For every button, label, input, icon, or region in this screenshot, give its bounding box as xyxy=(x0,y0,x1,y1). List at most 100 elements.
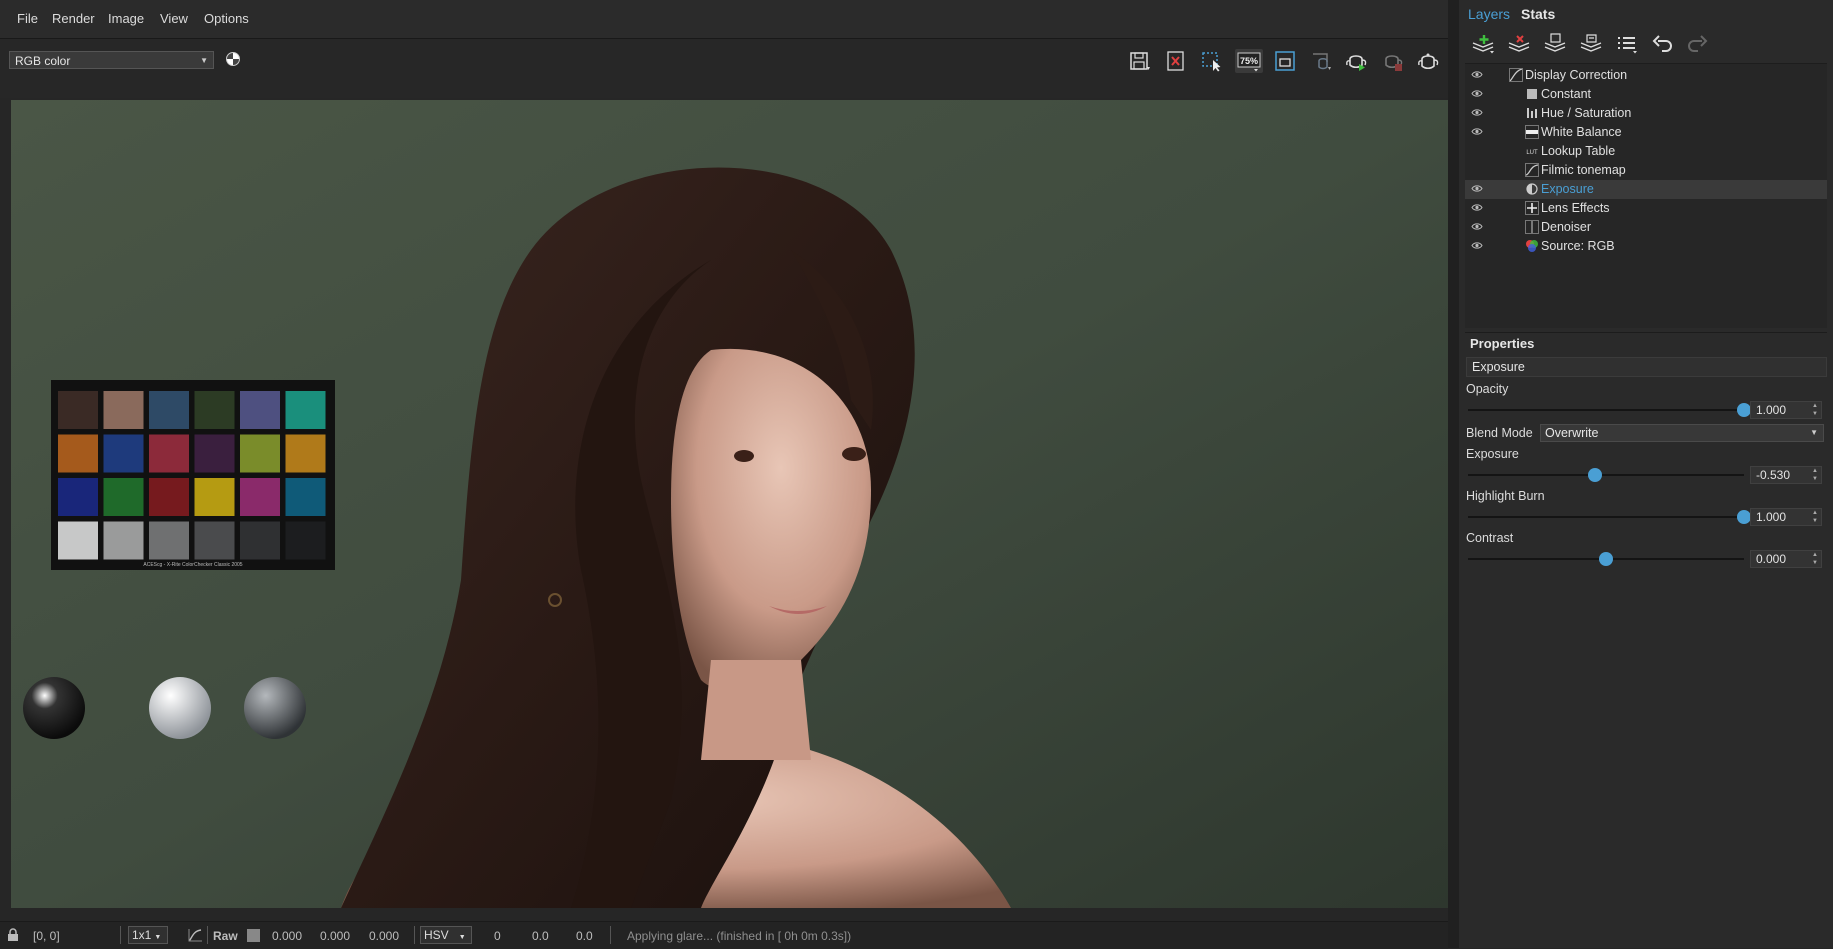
contrast-slider-handle[interactable] xyxy=(1599,552,1613,566)
color-swatch xyxy=(103,478,144,516)
save-image-button[interactable] xyxy=(1126,49,1154,73)
layer-row[interactable]: White Balance xyxy=(1465,123,1827,142)
color-swatch xyxy=(240,434,280,473)
list-icon xyxy=(1618,37,1637,54)
contrast-label: Contrast xyxy=(1466,531,1514,545)
pixel-scale-select[interactable]: 1x1 ▼ xyxy=(128,926,168,944)
eye-icon[interactable] xyxy=(1471,222,1483,231)
color-swatch xyxy=(194,391,235,429)
opacity-value: 1.000 xyxy=(1756,403,1787,417)
layer-name-field[interactable]: Exposure xyxy=(1466,357,1827,377)
spinner-arrows-icon[interactable]: ▲ ▼ xyxy=(1812,551,1818,567)
layer-list-menu-button[interactable] xyxy=(1612,32,1642,56)
opacity-slider[interactable] xyxy=(1468,403,1751,417)
svg-text:LUT: LUT xyxy=(1526,150,1538,156)
opacity-slider-handle[interactable] xyxy=(1737,403,1751,417)
exposure-slider-handle[interactable] xyxy=(1587,468,1602,482)
menu-view[interactable]: View xyxy=(160,11,188,26)
color-swatch xyxy=(103,521,144,560)
color-space-select[interactable]: HSV ▼ xyxy=(420,926,472,944)
tonemap-icon xyxy=(1525,163,1539,177)
exposure-slider[interactable] xyxy=(1468,468,1744,482)
layer-row[interactable]: Filmic tonemap xyxy=(1465,161,1827,180)
highlight-burn-slider[interactable] xyxy=(1468,510,1751,524)
add-layer-button[interactable] xyxy=(1468,32,1498,56)
whitebalance-icon xyxy=(1525,125,1539,139)
blend-mode-select[interactable]: Overwrite ▼ xyxy=(1540,424,1824,442)
menu-options[interactable]: Options xyxy=(204,11,249,26)
select-region-button[interactable] xyxy=(1198,49,1226,73)
exposure-spinbox[interactable]: -0.530 ▲ ▼ xyxy=(1750,466,1822,484)
zoom-button[interactable]: 75% xyxy=(1235,49,1263,73)
fit-region-button[interactable] xyxy=(1271,49,1299,73)
eye-icon[interactable] xyxy=(1471,241,1483,250)
undo-button[interactable] xyxy=(1648,32,1678,56)
color-swatch xyxy=(285,521,326,560)
toolbar: RGB color ▼ 75% xyxy=(0,39,1448,98)
panel-splitter[interactable] xyxy=(1448,0,1459,948)
layer-row[interactable]: LUT Lookup Table xyxy=(1465,142,1827,161)
eye-icon[interactable] xyxy=(1471,203,1483,212)
menu-render[interactable]: Render xyxy=(52,11,95,26)
region-render-button[interactable] xyxy=(1307,49,1335,73)
highlight-burn-label: Highlight Burn xyxy=(1466,489,1545,503)
eye-icon[interactable] xyxy=(1471,108,1483,117)
tab-stats[interactable]: Stats xyxy=(1521,6,1555,22)
rendered-image: ACEScg - X-Rite ColorChecker Classic 200… xyxy=(11,100,1448,908)
menu-file[interactable]: File xyxy=(17,11,38,26)
eye-icon[interactable] xyxy=(1471,127,1483,136)
color-swatch xyxy=(285,434,326,473)
load-layers-button[interactable] xyxy=(1576,32,1606,56)
redo-button[interactable] xyxy=(1682,32,1712,56)
raw-value-r: 0.000 xyxy=(272,929,303,943)
chevron-down-icon: ▼ xyxy=(154,934,162,941)
spinner-arrows-icon[interactable]: ▲ ▼ xyxy=(1812,509,1818,525)
menu-image[interactable]: Image xyxy=(108,11,144,26)
divider xyxy=(1465,332,1827,333)
color-mode-select[interactable]: RGB color ▼ xyxy=(9,51,214,69)
eye-icon[interactable] xyxy=(1471,184,1483,193)
color-swatch xyxy=(58,434,98,473)
layer-row[interactable]: Lens Effects xyxy=(1465,199,1827,218)
spinner-arrows-icon[interactable]: ▲ ▼ xyxy=(1812,402,1818,418)
layer-row[interactable]: Hue / Saturation xyxy=(1465,104,1827,123)
zoom-label: 75% xyxy=(1240,56,1258,66)
lock-icon[interactable] xyxy=(7,928,19,942)
clear-image-button[interactable] xyxy=(1162,49,1190,73)
spinner-arrows-icon[interactable]: ▲ ▼ xyxy=(1812,467,1818,483)
remove-layer-button[interactable] xyxy=(1504,32,1534,56)
region-teapot-icon xyxy=(1313,53,1331,70)
opacity-spinbox[interactable]: 1.000 ▲ ▼ xyxy=(1750,401,1822,419)
save-layers-button[interactable] xyxy=(1540,32,1570,56)
curve-icon[interactable] xyxy=(187,928,203,942)
color-space-value: HSV xyxy=(424,928,449,942)
render-viewport[interactable]: ACEScg - X-Rite ColorChecker Classic 200… xyxy=(11,100,1448,908)
layer-row[interactable]: Display Correction xyxy=(1465,66,1827,85)
color-swatch xyxy=(240,391,280,429)
layer-row[interactable]: Source: RGB xyxy=(1465,237,1827,256)
color-swatch xyxy=(194,434,235,473)
raw-label: Raw xyxy=(213,929,238,943)
source-icon xyxy=(1526,240,1538,252)
chrome-sphere xyxy=(23,677,85,739)
color-swatch xyxy=(240,478,280,516)
eye-icon[interactable] xyxy=(1471,89,1483,98)
layer-row[interactable]: Denoiser xyxy=(1465,218,1827,237)
render-button[interactable] xyxy=(1343,49,1371,73)
eye-icon[interactable] xyxy=(1471,70,1483,79)
color-swatch xyxy=(149,434,189,473)
raw-color-swatch xyxy=(247,929,260,942)
highlight-burn-spinbox[interactable]: 1.000 ▲ ▼ xyxy=(1750,508,1822,526)
stop-render-button[interactable] xyxy=(1379,49,1407,73)
layer-row[interactable]: Exposure xyxy=(1465,180,1827,199)
contrast-spinbox[interactable]: 0.000 ▲ ▼ xyxy=(1750,550,1822,568)
render-settings-button[interactable] xyxy=(1415,49,1443,73)
contrast-slider[interactable] xyxy=(1468,552,1744,566)
save-icon xyxy=(1130,52,1150,70)
layer-name: Denoiser xyxy=(1541,220,1592,234)
gray-sphere xyxy=(244,677,306,739)
highlight-burn-slider-handle[interactable] xyxy=(1737,510,1751,524)
color-picker-icon[interactable] xyxy=(226,52,240,66)
tab-layers[interactable]: Layers xyxy=(1468,6,1510,22)
layer-row[interactable]: Constant xyxy=(1465,85,1827,104)
